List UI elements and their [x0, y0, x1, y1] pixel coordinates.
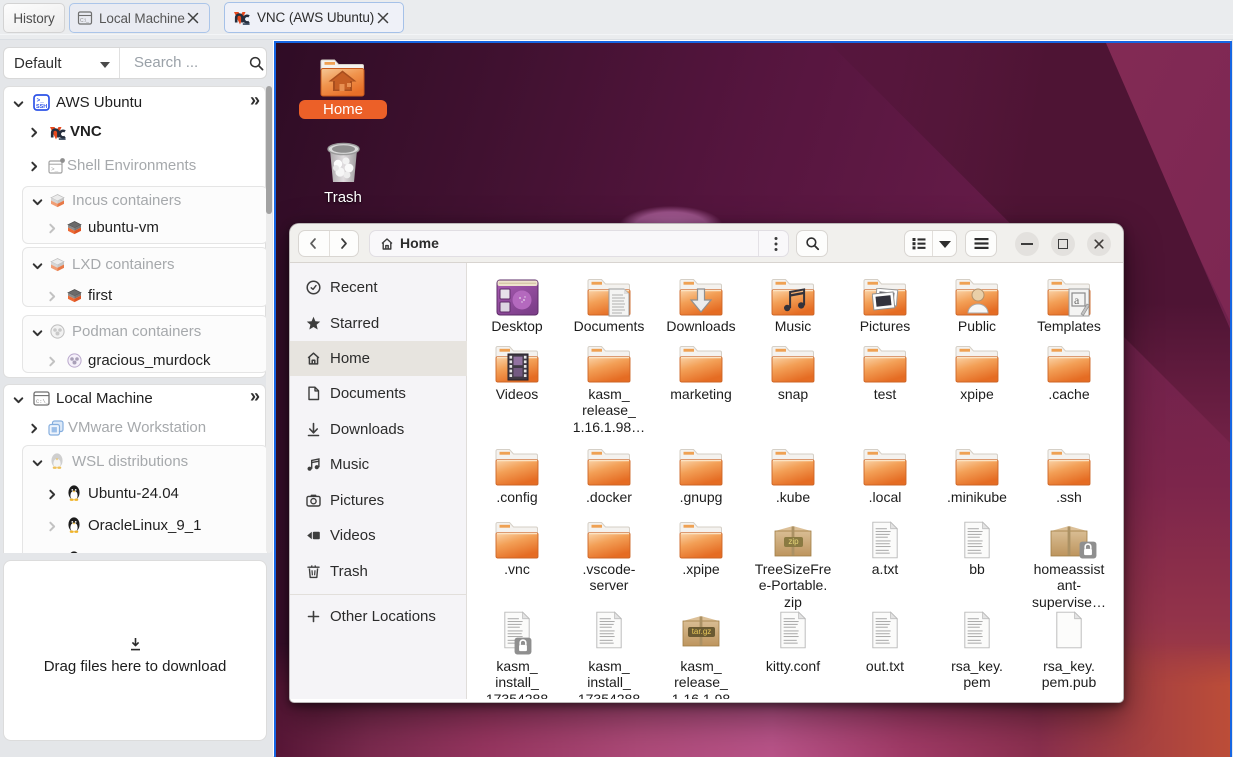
svg-text:SSH: SSH — [36, 104, 47, 110]
svg-text:C:\_: C:\_ — [36, 399, 50, 405]
svg-text:a: a — [1074, 293, 1080, 307]
svg-text:>_: >_ — [51, 166, 59, 173]
svg-text:>_: >_ — [37, 97, 45, 104]
svg-text:C:\_: C:\_ — [80, 18, 89, 24]
